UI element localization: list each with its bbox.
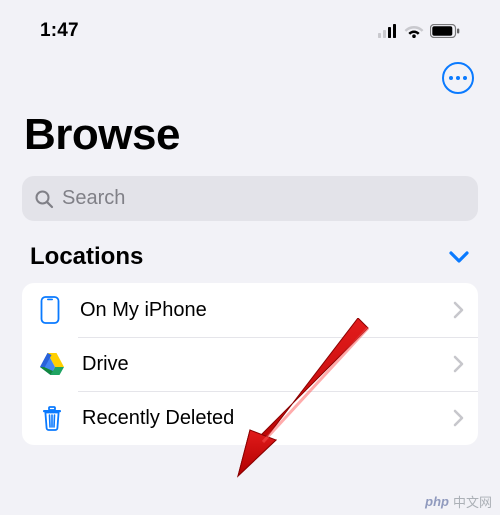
list-item-label: On My iPhone bbox=[80, 299, 453, 322]
iphone-icon bbox=[36, 296, 64, 324]
list-item-label: Recently Deleted bbox=[82, 407, 453, 430]
more-button[interactable] bbox=[442, 62, 474, 94]
status-bar: 1:47 bbox=[20, 20, 480, 56]
chevron-right-icon bbox=[453, 355, 464, 373]
locations-title: Locations bbox=[30, 243, 143, 271]
list-item-recently-deleted[interactable]: Recently Deleted bbox=[22, 391, 478, 445]
wifi-icon bbox=[404, 24, 424, 38]
search-icon bbox=[34, 189, 54, 209]
locations-header[interactable]: Locations bbox=[20, 243, 480, 283]
battery-icon bbox=[430, 24, 460, 38]
cellular-icon bbox=[378, 24, 398, 38]
list-item-label: Drive bbox=[82, 353, 453, 376]
chevron-down-icon bbox=[448, 250, 470, 264]
status-indicators bbox=[378, 24, 460, 38]
list-item-on-my-iphone[interactable]: On My iPhone bbox=[22, 283, 478, 337]
chevron-right-icon bbox=[453, 409, 464, 427]
chevron-right-icon bbox=[453, 301, 464, 319]
watermark: php 中文网 bbox=[425, 492, 492, 511]
search-placeholder: Search bbox=[62, 187, 125, 210]
drive-icon bbox=[38, 350, 66, 378]
search-input[interactable]: Search bbox=[22, 176, 478, 221]
page-title: Browse bbox=[20, 104, 480, 176]
trash-icon bbox=[38, 404, 66, 432]
list-item-drive[interactable]: Drive bbox=[22, 337, 478, 391]
status-time: 1:47 bbox=[40, 20, 79, 42]
locations-list: On My iPhone Drive bbox=[22, 283, 478, 445]
